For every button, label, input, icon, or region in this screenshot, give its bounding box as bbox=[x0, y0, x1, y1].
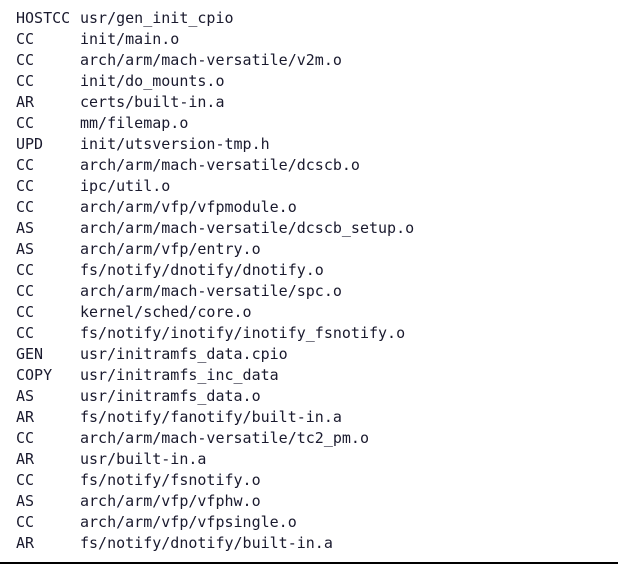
build-path: fs/notify/inotify/inotify_fsnotify.o bbox=[80, 323, 602, 344]
build-log-line: CCinit/main.o bbox=[16, 29, 602, 50]
build-tag: CC bbox=[16, 428, 80, 449]
build-path: arch/arm/vfp/entry.o bbox=[80, 239, 602, 260]
build-tag: AS bbox=[16, 386, 80, 407]
build-log: HOSTCCusr/gen_init_cpioCCinit/main.oCCar… bbox=[16, 8, 602, 554]
build-tag: CC bbox=[16, 470, 80, 491]
build-log-line: CCarch/arm/mach-versatile/dcscb.o bbox=[16, 155, 602, 176]
build-tag: AR bbox=[16, 92, 80, 113]
build-path: arch/arm/mach-versatile/v2m.o bbox=[80, 50, 602, 71]
build-tag: CC bbox=[16, 71, 80, 92]
build-tag: CC bbox=[16, 155, 80, 176]
build-tag: AR bbox=[16, 533, 80, 554]
build-path: fs/notify/fsnotify.o bbox=[80, 470, 602, 491]
build-tag: HOSTCC bbox=[16, 8, 80, 29]
build-tag: AR bbox=[16, 449, 80, 470]
build-path: usr/initramfs_data.o bbox=[80, 386, 602, 407]
build-path: arch/arm/vfp/vfpsingle.o bbox=[80, 512, 602, 533]
build-tag: CC bbox=[16, 29, 80, 50]
build-tag: COPY bbox=[16, 365, 80, 386]
build-path: usr/gen_init_cpio bbox=[80, 8, 602, 29]
build-log-line: HOSTCCusr/gen_init_cpio bbox=[16, 8, 602, 29]
build-path: fs/notify/fanotify/built-in.a bbox=[80, 407, 602, 428]
build-tag: AS bbox=[16, 491, 80, 512]
build-tag: CC bbox=[16, 323, 80, 344]
build-log-line: CCfs/notify/fsnotify.o bbox=[16, 470, 602, 491]
build-log-line: ASarch/arm/vfp/entry.o bbox=[16, 239, 602, 260]
build-path: usr/initramfs_inc_data bbox=[80, 365, 602, 386]
build-log-line: CCarch/arm/vfp/vfpsingle.o bbox=[16, 512, 602, 533]
build-log-line: CCmm/filemap.o bbox=[16, 113, 602, 134]
build-log-line: COPYusr/initramfs_inc_data bbox=[16, 365, 602, 386]
build-tag: CC bbox=[16, 512, 80, 533]
build-path: usr/initramfs_data.cpio bbox=[80, 344, 602, 365]
build-path: arch/arm/mach-versatile/tc2_pm.o bbox=[80, 428, 602, 449]
build-log-line: CCarch/arm/vfp/vfpmodule.o bbox=[16, 197, 602, 218]
build-path: fs/notify/dnotify/dnotify.o bbox=[80, 260, 602, 281]
build-log-line: ASusr/initramfs_data.o bbox=[16, 386, 602, 407]
build-log-line: ASarch/arm/mach-versatile/dcscb_setup.o bbox=[16, 218, 602, 239]
build-path: fs/notify/dnotify/built-in.a bbox=[80, 533, 602, 554]
build-tag: CC bbox=[16, 281, 80, 302]
build-path: arch/arm/mach-versatile/dcscb_setup.o bbox=[80, 218, 602, 239]
build-path: certs/built-in.a bbox=[80, 92, 602, 113]
build-log-line: CCinit/do_mounts.o bbox=[16, 71, 602, 92]
build-log-line: ARcerts/built-in.a bbox=[16, 92, 602, 113]
build-tag: CC bbox=[16, 197, 80, 218]
build-log-line: ASarch/arm/vfp/vfphw.o bbox=[16, 491, 602, 512]
build-path: ipc/util.o bbox=[80, 176, 602, 197]
build-log-line: ARfs/notify/fanotify/built-in.a bbox=[16, 407, 602, 428]
build-path: init/main.o bbox=[80, 29, 602, 50]
build-log-line: CCfs/notify/dnotify/dnotify.o bbox=[16, 260, 602, 281]
build-tag: CC bbox=[16, 260, 80, 281]
build-log-line: GENusr/initramfs_data.cpio bbox=[16, 344, 602, 365]
build-tag: CC bbox=[16, 113, 80, 134]
build-tag: GEN bbox=[16, 344, 80, 365]
build-path: arch/arm/mach-versatile/dcscb.o bbox=[80, 155, 602, 176]
build-tag: UPD bbox=[16, 134, 80, 155]
build-path: init/do_mounts.o bbox=[80, 71, 602, 92]
build-log-line: CCarch/arm/mach-versatile/spc.o bbox=[16, 281, 602, 302]
build-path: usr/built-in.a bbox=[80, 449, 602, 470]
build-log-line: CCarch/arm/mach-versatile/tc2_pm.o bbox=[16, 428, 602, 449]
build-path: kernel/sched/core.o bbox=[80, 302, 602, 323]
build-log-line: CCfs/notify/inotify/inotify_fsnotify.o bbox=[16, 323, 602, 344]
build-path: mm/filemap.o bbox=[80, 113, 602, 134]
build-path: arch/arm/mach-versatile/spc.o bbox=[80, 281, 602, 302]
build-log-line: UPDinit/utsversion-tmp.h bbox=[16, 134, 602, 155]
build-tag: AS bbox=[16, 239, 80, 260]
build-log-line: CCarch/arm/mach-versatile/v2m.o bbox=[16, 50, 602, 71]
build-log-line: ARusr/built-in.a bbox=[16, 449, 602, 470]
build-log-line: CCipc/util.o bbox=[16, 176, 602, 197]
build-tag: CC bbox=[16, 50, 80, 71]
build-path: init/utsversion-tmp.h bbox=[80, 134, 602, 155]
build-log-line: CCkernel/sched/core.o bbox=[16, 302, 602, 323]
build-tag: CC bbox=[16, 176, 80, 197]
build-tag: AS bbox=[16, 218, 80, 239]
build-log-line: ARfs/notify/dnotify/built-in.a bbox=[16, 533, 602, 554]
build-tag: AR bbox=[16, 407, 80, 428]
build-path: arch/arm/vfp/vfphw.o bbox=[80, 491, 602, 512]
build-path: arch/arm/vfp/vfpmodule.o bbox=[80, 197, 602, 218]
build-tag: CC bbox=[16, 302, 80, 323]
